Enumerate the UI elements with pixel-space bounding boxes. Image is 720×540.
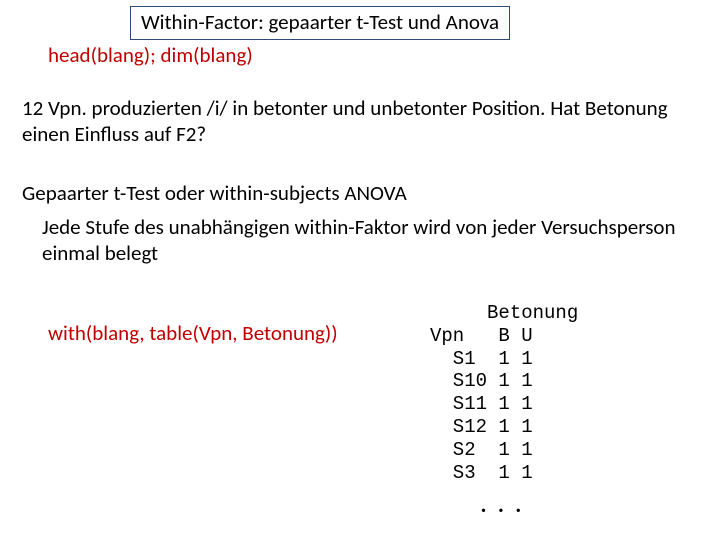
paragraph-test-heading: Gepaarter t-Test oder within-subjects AN…	[22, 180, 407, 206]
paragraph-description: 12 Vpn. produzierten /i/ in betonter und…	[22, 95, 682, 148]
r-output-table: Betonung Vpn B U S1 1 1 S10 1 1 S11 1 1 …	[430, 302, 578, 484]
slide-title: Within-Factor: gepaarter t-Test und Anov…	[141, 9, 499, 35]
ellipsis: . . .	[480, 485, 524, 520]
paragraph-explanation: Jede Stufe des unabhängigen within-Fakto…	[42, 214, 682, 267]
code-line-head: head(blang); dim(blang)	[48, 42, 253, 68]
slide-title-box: Within-Factor: gepaarter t-Test und Anov…	[130, 6, 510, 40]
code-line-with: with(blang, table(Vpn, Betonung))	[48, 320, 338, 346]
